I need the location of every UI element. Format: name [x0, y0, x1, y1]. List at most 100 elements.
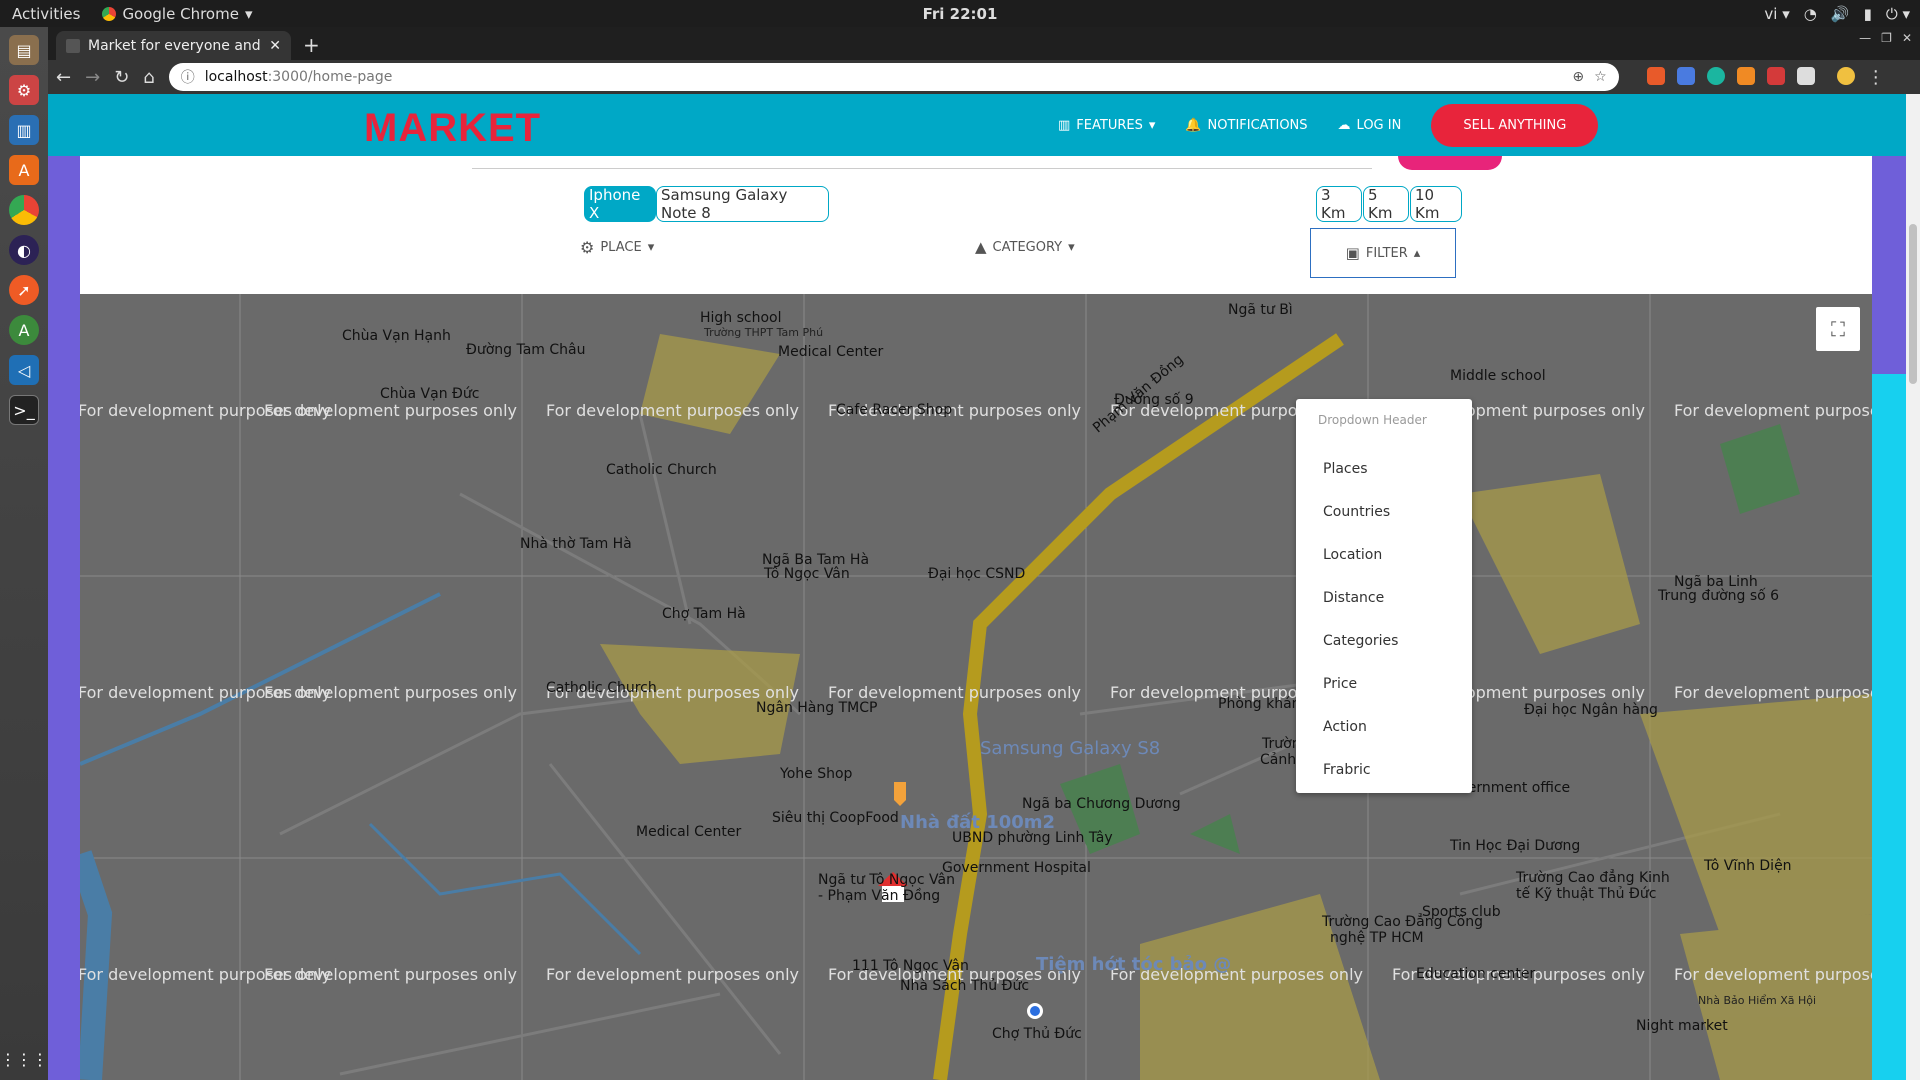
zoom-icon[interactable]: ⊕	[1572, 69, 1584, 85]
close-icon[interactable]: ✕	[269, 38, 281, 54]
postman-icon[interactable]: ➚	[9, 275, 39, 305]
eclipse-icon[interactable]: ◐	[9, 235, 39, 265]
map-label[interactable]: Government Hospital	[942, 860, 1091, 876]
volume-icon[interactable]: 🔊	[1831, 5, 1850, 23]
chip-iphone-x[interactable]: Iphone X	[584, 186, 656, 222]
fullscreen-button[interactable]: ⛶	[1816, 307, 1860, 351]
close-window-icon[interactable]: ✕	[1902, 31, 1912, 45]
map-label[interactable]: Ngã tư Tô Ngọc Vân	[818, 872, 955, 888]
map-label[interactable]: Tin Học Đại Dương	[1450, 838, 1580, 854]
power-icon[interactable]: ⏻ ▾	[1886, 5, 1910, 23]
extension-icon[interactable]	[1706, 66, 1725, 85]
battery-icon[interactable]: ▮	[1864, 5, 1872, 23]
map-label[interactable]: Nhà Bảo Hiểm Xã Hội	[1698, 994, 1816, 1007]
sell-anything-button[interactable]: SELL ANYTHING	[1431, 103, 1599, 147]
map-label[interactable]: Medical Center	[636, 824, 741, 840]
restore-icon[interactable]: ❐	[1881, 31, 1892, 45]
map[interactable]: For development purposes only For develo…	[80, 294, 1872, 1080]
dropdown-item-distance[interactable]: Distance	[1296, 576, 1472, 619]
reload-icon[interactable]: ↻	[114, 67, 129, 88]
place-dropdown[interactable]: ⚙ PLACE ▾	[580, 238, 654, 257]
document-icon[interactable]: ▥	[9, 115, 39, 145]
features-menu[interactable]: ▥ FEATURES ▾	[1058, 118, 1155, 133]
map-label[interactable]: Medical Center	[778, 344, 883, 360]
translate-icon[interactable]	[1676, 66, 1695, 85]
map-label[interactable]: Đại học CSND	[928, 566, 1025, 582]
clock[interactable]: Fri 22:01	[923, 5, 998, 23]
chip-samsung-note-8[interactable]: Samsung Galaxy Note 8	[656, 186, 829, 222]
info-icon[interactable]: ⓘ	[181, 67, 195, 87]
search-input-underline[interactable]	[472, 168, 1372, 169]
profile-avatar[interactable]	[1836, 66, 1855, 85]
map-label[interactable]: Ngã ba Chương Dương	[1022, 796, 1181, 812]
map-label[interactable]: Nhà thờ Tam Hà	[520, 536, 632, 552]
map-label[interactable]: Trường Cao đẳng Kinh	[1516, 870, 1670, 886]
search-button[interactable]	[1398, 156, 1502, 170]
map-label[interactable]: Catholic Church	[606, 462, 717, 478]
map-label[interactable]: 111 Tô Ngọc Vân	[852, 958, 969, 974]
notifications-link[interactable]: 🔔 NOTIFICATIONS	[1185, 118, 1307, 133]
android-studio-icon[interactable]: A	[9, 315, 39, 345]
map-label[interactable]: Middle school	[1450, 368, 1546, 384]
map-label[interactable]: Sports club	[1422, 904, 1501, 920]
distance-3km[interactable]: 3 Km	[1316, 186, 1362, 222]
map-label[interactable]: Nhà Sách Thủ Đức	[900, 978, 1029, 994]
minimize-icon[interactable]: —	[1859, 31, 1871, 45]
new-tab-button[interactable]: +	[303, 33, 320, 57]
language-indicator[interactable]: vi ▾	[1764, 5, 1789, 23]
activities-button[interactable]: Activities	[0, 5, 92, 23]
dropdown-item-fabric[interactable]: Frabric	[1296, 748, 1472, 791]
filter-dropdown[interactable]: ▣ FILTER ▴	[1310, 228, 1456, 278]
wifi-icon[interactable]: ◔	[1804, 5, 1817, 23]
bookmark-star-icon[interactable]: ☆	[1594, 69, 1607, 85]
app-menu[interactable]: Google Chrome ▾	[102, 5, 252, 23]
product-marker-label[interactable]: Samsung Galaxy S8	[980, 738, 1160, 759]
map-label[interactable]: Đường Tam Châu	[466, 342, 586, 358]
dropdown-item-location[interactable]: Location	[1296, 533, 1472, 576]
home-icon[interactable]: ⌂	[143, 67, 154, 88]
extension-icon[interactable]	[1766, 66, 1785, 85]
vscode-icon[interactable]: ◁	[9, 355, 39, 385]
distance-10km[interactable]: 10 Km	[1410, 186, 1462, 222]
map-label[interactable]: Siêu thị CoopFood	[772, 810, 899, 826]
settings-app-icon[interactable]: ⚙	[9, 75, 39, 105]
forward-icon[interactable]: →	[85, 67, 100, 88]
map-label[interactable]: Đại học Ngân hàng	[1524, 702, 1658, 718]
address-bar[interactable]: ⓘ localhost:3000/home-page ⊕ ☆	[168, 63, 1619, 91]
map-label[interactable]: Tô Vĩnh Diện	[1704, 858, 1792, 874]
chrome-dock-icon[interactable]	[9, 195, 39, 225]
map-label[interactable]: Ngân Hàng TMCP	[756, 700, 877, 716]
map-label[interactable]: Chợ Thủ Đức	[992, 1026, 1082, 1042]
map-label[interactable]: Chùa Vạn Đức	[380, 386, 479, 402]
dropdown-item-price[interactable]: Price	[1296, 662, 1472, 705]
terminal-icon[interactable]: >_	[9, 395, 39, 425]
dropdown-item-countries[interactable]: Countries	[1296, 490, 1472, 533]
extension-icon[interactable]	[1736, 66, 1755, 85]
scrollbar-thumb[interactable]	[1909, 224, 1917, 384]
dropdown-item-places[interactable]: Places	[1296, 447, 1472, 490]
extension-icon[interactable]	[1646, 66, 1665, 85]
software-center-icon[interactable]: A	[9, 155, 39, 185]
dropdown-item-categories[interactable]: Categories	[1296, 619, 1472, 662]
category-dropdown[interactable]: ▲ CATEGORY ▾	[975, 238, 1075, 256]
show-apps-icon[interactable]: ⋮⋮⋮	[0, 1044, 48, 1074]
map-label[interactable]: Phòng khám	[1218, 696, 1305, 712]
back-icon[interactable]: ←	[56, 67, 71, 88]
map-label[interactable]: Chợ Tam Hà	[662, 606, 746, 622]
files-icon[interactable]: ▤	[9, 35, 39, 65]
distance-5km[interactable]: 5 Km	[1363, 186, 1409, 222]
map-label[interactable]: Ngã tư Bì	[1228, 302, 1293, 318]
map-label[interactable]: Chùa Vạn Hạnh	[342, 328, 451, 344]
page-scrollbar[interactable]	[1906, 94, 1920, 1080]
map-label[interactable]: Catholic Church	[546, 680, 657, 696]
map-label[interactable]: UBND phường Linh Tây	[952, 830, 1113, 846]
map-label[interactable]: High school	[700, 310, 782, 326]
dropdown-item-action[interactable]: Action	[1296, 705, 1472, 748]
map-label[interactable]: Yohe Shop	[780, 766, 852, 782]
map-label[interactable]: Night market	[1636, 1018, 1728, 1034]
product-marker-label[interactable]: Tiệm hớt tóc bảo @	[1036, 954, 1231, 975]
extension-icon[interactable]	[1796, 66, 1815, 85]
map-label[interactable]: Education center	[1416, 966, 1535, 982]
login-link[interactable]: ☁ LOG IN	[1338, 118, 1402, 133]
site-logo[interactable]: MARKET	[364, 106, 541, 151]
